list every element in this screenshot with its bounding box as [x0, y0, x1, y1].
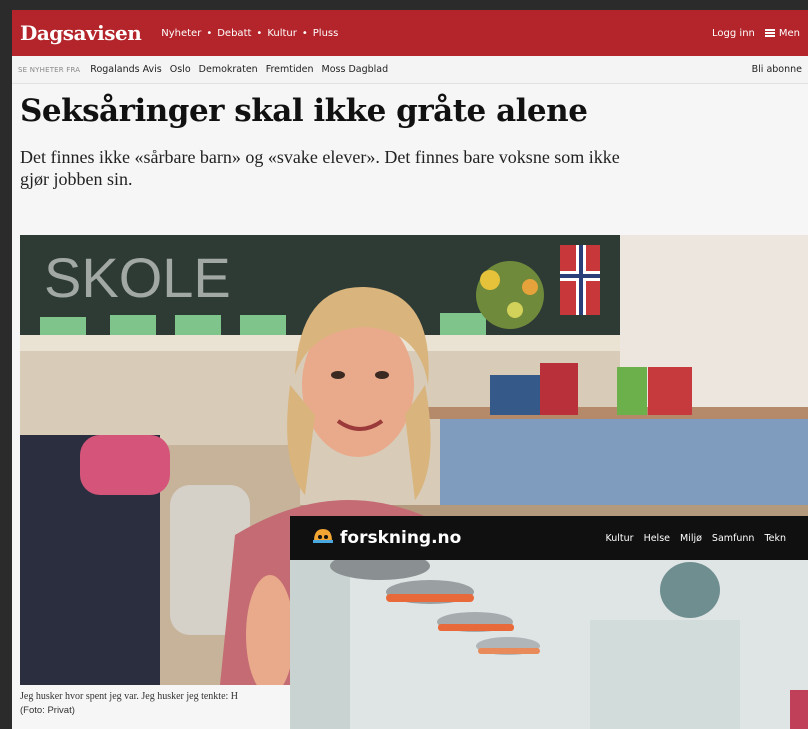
sister-link-rogalands-avis[interactable]: Rogalands Avis: [90, 64, 161, 75]
dagsavisen-header: Dagsavisen Nyheter • Debatt • Kultur • P…: [12, 10, 808, 56]
sister-link-moss-dagblad[interactable]: Moss Dagblad: [322, 64, 389, 75]
subscribe-link[interactable]: Bli abonne: [752, 64, 802, 75]
sister-link-demokraten[interactable]: Demokraten: [199, 64, 258, 75]
forskning-nav: Kultur Helse Miljø Samfunn Tekn: [605, 533, 786, 544]
header-actions: Logg inn Men: [712, 28, 800, 39]
nav-item-debatt[interactable]: Debatt: [217, 28, 251, 39]
forskning-nav-samfunn[interactable]: Samfunn: [712, 533, 755, 544]
forskning-nav-helse[interactable]: Helse: [644, 533, 670, 544]
forskning-logo-text: forskning.no: [340, 528, 462, 548]
article-lead: Det finnes ikke «sårbare barn» og «svake…: [20, 147, 620, 189]
forskning-photo: [290, 552, 808, 729]
nav-item-nyheter[interactable]: Nyheter: [161, 28, 201, 39]
login-link[interactable]: Logg inn: [712, 28, 755, 39]
caption-text: Jeg husker hvor spent jeg var. Jeg huske…: [20, 691, 239, 702]
nav-item-kultur[interactable]: Kultur: [267, 28, 297, 39]
forskning-logo-icon: [312, 527, 334, 550]
hamburger-icon: [764, 28, 775, 37]
forskning-window: forskning.no Kultur Helse Miljø Samfunn …: [290, 516, 808, 729]
sister-papers-bar: SE NYHETER FRA Rogalands Avis Oslo Demok…: [12, 56, 808, 84]
chalkboard-text: SKOLE: [44, 246, 231, 309]
nav-separator: •: [301, 27, 308, 39]
article-headline: Seksåringer skal ikke gråte alene: [20, 93, 588, 129]
dagsavisen-logo[interactable]: Dagsavisen: [20, 21, 142, 45]
forskning-header: forskning.no Kultur Helse Miljø Samfunn …: [290, 516, 808, 560]
nav-separator: •: [206, 27, 213, 39]
forskning-nav-miljo[interactable]: Miljø: [680, 533, 702, 544]
main-nav: Nyheter • Debatt • Kultur • Pluss: [161, 28, 338, 39]
sister-link-fremtiden[interactable]: Fremtiden: [266, 64, 314, 75]
menu-label: Men: [778, 27, 800, 39]
sister-papers-label: SE NYHETER FRA: [18, 65, 81, 74]
forskning-logo[interactable]: forskning.no: [312, 527, 461, 550]
nav-item-pluss[interactable]: Pluss: [313, 28, 339, 39]
menu-button[interactable]: Men: [764, 27, 800, 39]
sister-link-oslo[interactable]: Oslo: [170, 64, 191, 75]
photo-caption: Jeg husker hvor spent jeg var. Jeg huske…: [20, 690, 300, 718]
forskning-nav-kultur[interactable]: Kultur: [605, 533, 633, 544]
photo-credit: (Foto: Privat): [20, 705, 75, 716]
forskning-nav-teknologi[interactable]: Tekn: [764, 533, 786, 544]
nav-separator: •: [256, 27, 263, 39]
